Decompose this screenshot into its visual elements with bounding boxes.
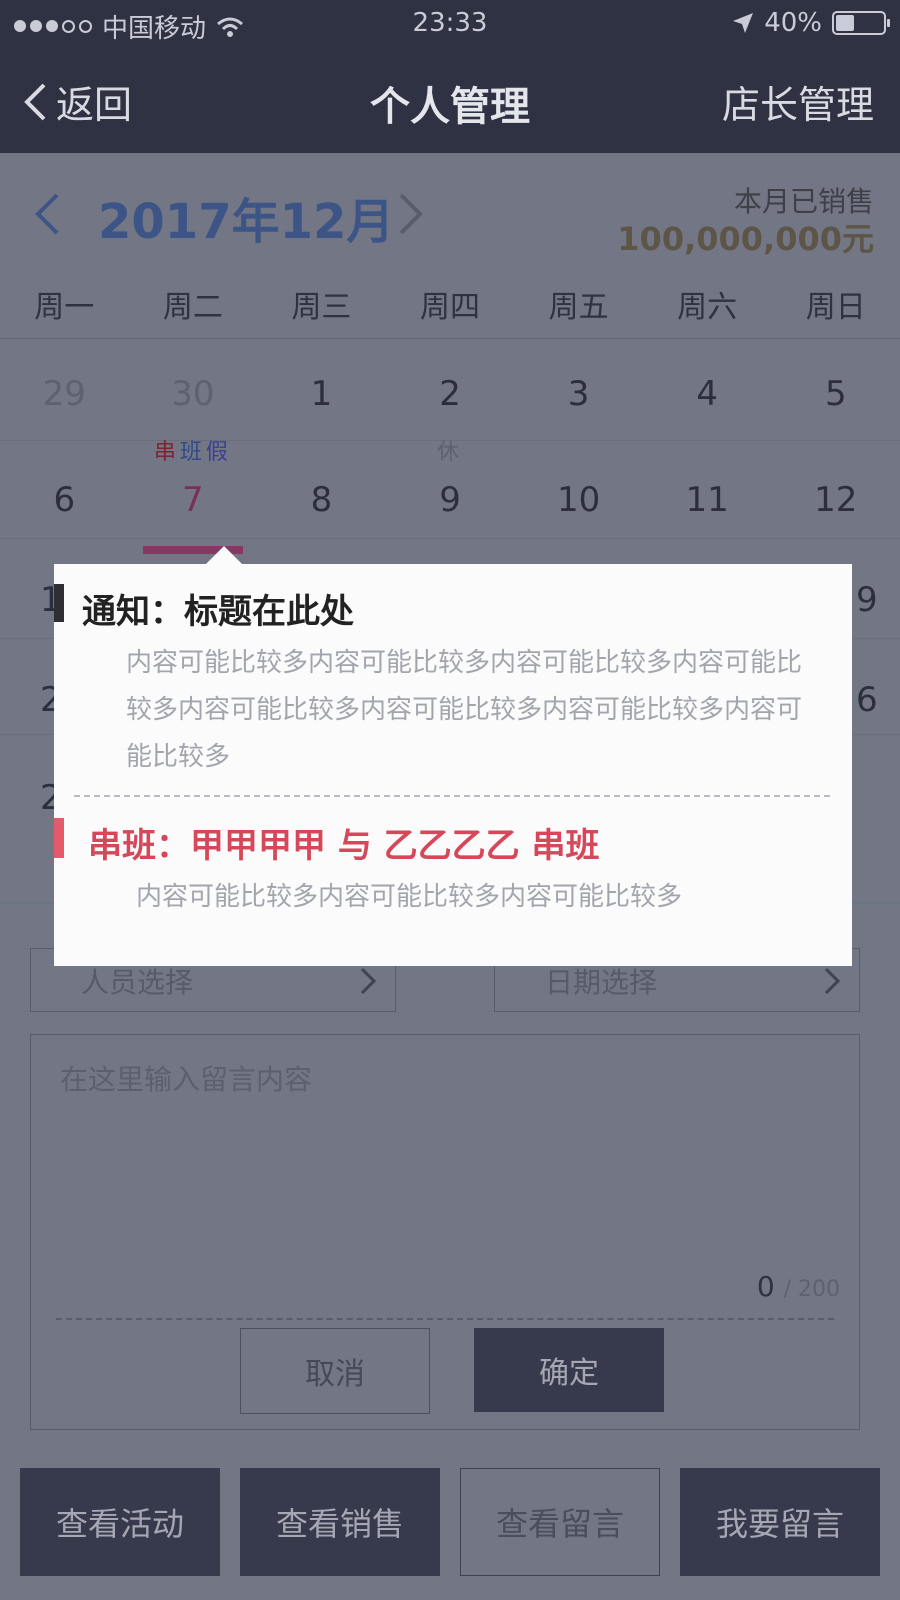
calendar-day[interactable]: 10 bbox=[514, 480, 643, 520]
view-messages-button[interactable]: 查看留言 bbox=[460, 1468, 660, 1576]
tag-shift-swap: 串 bbox=[153, 440, 180, 465]
battery-percent: 40% bbox=[764, 8, 822, 38]
char-count-max: / 200 bbox=[783, 1277, 840, 1302]
manager-button[interactable]: 店长管理 bbox=[722, 74, 874, 129]
calendar-day-selected[interactable]: 串班假 7 bbox=[129, 440, 258, 554]
day-number: 10 bbox=[556, 480, 601, 520]
calendar-day[interactable]: 1 bbox=[257, 374, 386, 414]
calendar-day[interactable]: 休 9 bbox=[386, 440, 515, 520]
tag-leave: 假 bbox=[205, 440, 232, 465]
calendar-week-1: 29 30 1 2 3 4 5 bbox=[0, 374, 900, 414]
status-bar: 中国移动 23:33 40% bbox=[0, 0, 900, 48]
dashed-divider bbox=[56, 1318, 834, 1320]
day-number: 6 bbox=[53, 480, 76, 520]
notice-body: 内容可能比较多内容可能比较多内容可能比较多内容可能比较多内容可能比较多内容可能比… bbox=[126, 648, 803, 772]
prev-month-icon[interactable] bbox=[32, 192, 62, 236]
person-select-label: 人员选择 bbox=[81, 966, 194, 999]
leave-message-button[interactable]: 我要留言 bbox=[680, 1468, 880, 1576]
calendar-day[interactable]: 8 bbox=[257, 480, 386, 520]
calendar-day[interactable]: 12 bbox=[771, 480, 900, 520]
weekday-label: 周五 bbox=[548, 290, 609, 325]
weekday-label: 周一 bbox=[34, 290, 95, 325]
calendar-day[interactable]: 6 bbox=[0, 480, 129, 520]
location-arrow-icon bbox=[733, 13, 754, 33]
shift-title: 串班：甲甲甲甲 与 乙乙乙乙 串班 bbox=[88, 826, 600, 866]
day-number: 12 bbox=[814, 480, 858, 520]
view-activity-button[interactable]: 查看活动 bbox=[20, 1468, 220, 1576]
shift-marker bbox=[54, 818, 64, 858]
popup-divider bbox=[74, 795, 830, 797]
cancel-button[interactable]: 取消 bbox=[240, 1328, 430, 1414]
tag-overtime: 班 bbox=[179, 440, 206, 465]
divider bbox=[0, 538, 900, 539]
calendar-day[interactable]: 4 bbox=[643, 374, 772, 414]
confirm-button[interactable]: 确定 bbox=[474, 1328, 664, 1412]
day-tags: 休 bbox=[386, 434, 515, 466]
calendar-day[interactable]: 2 bbox=[386, 374, 515, 414]
calendar-day[interactable]: 3 bbox=[514, 374, 643, 414]
battery-icon bbox=[832, 11, 890, 35]
tag-rest: 休 bbox=[437, 440, 464, 465]
day-tags: 串班假 bbox=[129, 434, 258, 466]
view-sales-button[interactable]: 查看销售 bbox=[240, 1468, 440, 1576]
calendar-day[interactable]: 9 bbox=[856, 580, 878, 620]
char-counter: 0 / 200 bbox=[757, 1270, 840, 1303]
day-number: 11 bbox=[685, 480, 729, 520]
weekday-label: 周日 bbox=[805, 290, 866, 325]
day-number: 9 bbox=[439, 480, 461, 520]
weekday-label: 周六 bbox=[677, 290, 738, 325]
weekday-header: 周一 周二 周三 周四 周五 周六 周日 bbox=[0, 282, 900, 332]
status-right: 40% bbox=[732, 8, 890, 38]
weekday-label: 周二 bbox=[162, 290, 223, 325]
nav-bar: 返回 个人管理 店长管理 bbox=[0, 48, 900, 153]
calendar-day[interactable]: 30 bbox=[129, 374, 258, 414]
calendar-day[interactable]: 11 bbox=[643, 480, 772, 520]
popup-pointer bbox=[206, 546, 242, 564]
next-month-icon[interactable] bbox=[396, 192, 426, 236]
calendar-day[interactable]: 5 bbox=[771, 374, 900, 414]
chevron-right-icon bbox=[360, 967, 377, 995]
day-number: 7 bbox=[182, 480, 204, 520]
month-title: 2017年12月 bbox=[98, 194, 395, 250]
message-input[interactable] bbox=[30, 1034, 858, 1294]
shift-body: 内容可能比较多内容可能比较多内容可能比较多 bbox=[136, 882, 683, 912]
day-number: 8 bbox=[310, 480, 333, 520]
calendar-day[interactable]: 6 bbox=[856, 680, 878, 720]
notice-marker bbox=[54, 584, 64, 622]
divider bbox=[0, 338, 900, 339]
calendar-day[interactable]: 29 bbox=[0, 374, 129, 414]
weekday-label: 周三 bbox=[291, 290, 352, 325]
date-select-label: 日期选择 bbox=[545, 966, 658, 999]
weekday-label: 周四 bbox=[420, 290, 481, 325]
sales-value: 100,000,000元 bbox=[617, 220, 874, 258]
calendar-week-2: 6 串班假 7 8 休 9 10 11 12 bbox=[0, 440, 900, 554]
char-count-current: 0 bbox=[756, 1270, 775, 1303]
notice-title: 通知：标题在此处 bbox=[82, 592, 354, 632]
chevron-right-icon bbox=[824, 967, 841, 995]
